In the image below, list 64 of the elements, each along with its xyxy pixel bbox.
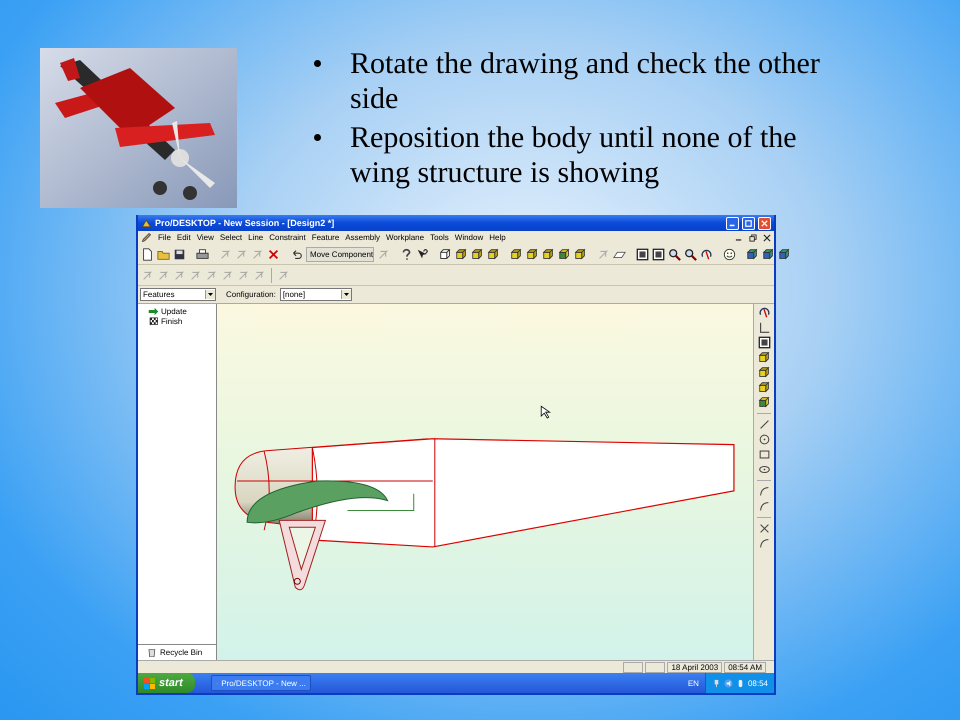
- undo-icon[interactable]: [290, 248, 303, 260]
- status-date: 18 April 2003: [667, 662, 722, 672]
- menu-item[interactable]: Tools: [430, 233, 449, 242]
- bullet-text: Rotate the drawing and check the other side: [350, 46, 821, 116]
- recycle-bin-tab[interactable]: Recycle Bin: [138, 644, 216, 660]
- menu-item[interactable]: Help: [489, 233, 506, 242]
- app-icon: [141, 218, 152, 228]
- fuselage-drawing[interactable]: [234, 438, 735, 590]
- zoom-icon[interactable]: [684, 248, 698, 260]
- close-button[interactable]: [758, 216, 771, 230]
- maximize-button[interactable]: [742, 216, 755, 230]
- maximize-icon[interactable]: [745, 220, 752, 226]
- tray-icon[interactable]: [736, 678, 745, 688]
- save-icon[interactable]: [173, 248, 186, 260]
- checkered-flag-icon: [148, 316, 159, 326]
- menu-item[interactable]: Assembly: [345, 233, 380, 242]
- windows-logo-icon: [144, 678, 155, 688]
- help-icon[interactable]: [400, 248, 414, 260]
- tree-item[interactable]: Finish: [161, 316, 182, 326]
- smiley-icon[interactable]: [723, 248, 736, 260]
- status-time: 08:54 AM: [724, 662, 766, 672]
- help-pointer-icon[interactable]: [416, 248, 430, 260]
- menu-item[interactable]: Window: [454, 233, 484, 242]
- delete-icon[interactable]: [267, 248, 280, 260]
- taskbar-clock: 08:54: [748, 678, 768, 688]
- trash-icon: [146, 648, 157, 657]
- new-document-icon[interactable]: [141, 248, 154, 260]
- minimize-button[interactable]: [726, 216, 739, 230]
- menu-item[interactable]: Edit: [176, 233, 191, 242]
- language-indicator[interactable]: EN: [688, 678, 699, 688]
- window-title: Pro/DESKTOP - New Session - [Design2 *]: [155, 218, 334, 228]
- dropdown-arrow-icon[interactable]: [340, 290, 351, 299]
- rotate-icon[interactable]: [700, 248, 714, 260]
- arrow-icon: [148, 306, 159, 316]
- zoom-icon[interactable]: [668, 248, 682, 260]
- trim-icon[interactable]: [758, 522, 770, 535]
- close-icon[interactable]: [763, 234, 771, 242]
- restore-icon[interactable]: [749, 234, 757, 242]
- command-field[interactable]: Move Component: [306, 246, 374, 262]
- tree-item[interactable]: Update: [161, 306, 187, 316]
- configuration-label: Configuration:: [226, 290, 276, 299]
- zoom-fit-icon[interactable]: [636, 248, 650, 260]
- bullet-icon: [314, 134, 321, 141]
- rectangle-icon[interactable]: [758, 448, 770, 461]
- ellipse-icon[interactable]: [758, 463, 770, 476]
- configuration-dropdown[interactable]: [none]: [280, 288, 352, 301]
- menu-item[interactable]: Select: [220, 233, 242, 242]
- taskbar-button[interactable]: Pro/DESKTOP - New ...: [210, 675, 311, 691]
- dropdown-arrow-icon[interactable]: [205, 290, 215, 299]
- menu-item[interactable]: Constraint: [269, 233, 306, 242]
- fillet-icon[interactable]: [758, 537, 770, 550]
- menu-item[interactable]: View: [196, 233, 214, 242]
- view-dropdown[interactable]: Features: [140, 288, 216, 301]
- zoom-fit-icon[interactable]: [652, 248, 666, 260]
- print-icon[interactable]: [196, 248, 209, 260]
- speaker-icon[interactable]: [724, 678, 733, 688]
- arc-icon[interactable]: [758, 485, 770, 498]
- menu-item[interactable]: Feature: [312, 233, 340, 242]
- bullet-icon: [314, 60, 321, 67]
- menu-item[interactable]: Workplane: [386, 233, 424, 242]
- menu-item[interactable]: Line: [248, 233, 264, 242]
- menu-item[interactable]: File: [158, 233, 171, 242]
- start-button[interactable]: start: [138, 673, 195, 693]
- bullet-text: Reposition the body until none of the wing structure is showing: [350, 120, 798, 190]
